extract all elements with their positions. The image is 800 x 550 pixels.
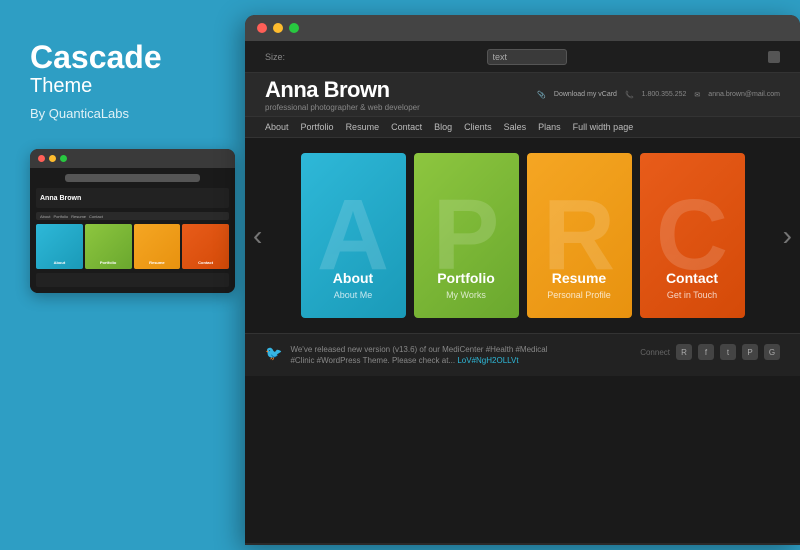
card-contact-title: Contact: [666, 270, 718, 286]
small-browser-content: Anna Brown About Portfolio Resume Contac…: [30, 168, 235, 293]
small-card-about-label: About: [54, 260, 66, 265]
email-address: anna.brown@mail.com: [708, 91, 780, 98]
large-browser-bar: [245, 15, 800, 41]
theme-title-block: Cascade Theme By QuanticaLabs: [30, 40, 210, 149]
next-arrow[interactable]: ›: [783, 220, 792, 252]
card-about[interactable]: A About About Me: [301, 153, 406, 318]
left-panel: Cascade Theme By QuanticaLabs Anna Brown…: [0, 0, 240, 550]
small-card-contact-label: Contact: [198, 260, 213, 265]
nav-blog[interactable]: Blog: [434, 122, 452, 132]
large-dot-yellow: [273, 23, 283, 33]
small-browser-bar: [30, 149, 235, 168]
cards-container: A About About Me P Portfolio My Works: [245, 138, 800, 333]
card-resume[interactable]: R Resume Personal Profile: [527, 153, 632, 318]
small-dot-yellow: [49, 155, 56, 162]
small-site-name: Anna Brown: [40, 195, 81, 202]
small-card-resume: Resume: [134, 224, 181, 269]
pinterest-icon[interactable]: P: [742, 344, 758, 360]
small-nav-contact: Contact: [89, 214, 103, 219]
footer-tweet-section: 🐦 We've released new version (v13.6) of …: [265, 344, 548, 366]
google-icon[interactable]: G: [764, 344, 780, 360]
small-card-portfolio-label: Portfolio: [100, 260, 116, 265]
large-browser-mockup: Size: Anna Brown professional photograph…: [245, 15, 800, 545]
site-top-bar: Size:: [245, 41, 800, 73]
card-about-subtitle: About Me: [333, 290, 373, 300]
nav-sales[interactable]: Sales: [504, 122, 527, 132]
nav-resume[interactable]: Resume: [346, 122, 380, 132]
twitter-bird-icon: 🐦: [265, 345, 282, 362]
card-about-text: About About Me: [333, 270, 373, 300]
email-icon: ✉: [694, 91, 700, 99]
card-contact-subtitle: Get in Touch: [666, 290, 718, 300]
site-main-cards-section: ‹ A About About Me P Portfoli: [245, 138, 800, 333]
small-dot-red: [38, 155, 45, 162]
prev-arrow[interactable]: ‹: [253, 220, 262, 252]
theme-name: Cascade: [30, 40, 210, 75]
large-dot-red: [257, 23, 267, 33]
rss-icon[interactable]: R: [676, 344, 692, 360]
nav-plans[interactable]: Plans: [538, 122, 561, 132]
small-nav-resume: Resume: [71, 214, 86, 219]
small-address-bar: [65, 174, 200, 182]
phone-number: 1.800.355.252: [642, 91, 687, 98]
small-site-footer: [36, 273, 229, 287]
small-card-resume-label: Resume: [149, 260, 165, 265]
small-nav-about: About: [40, 214, 50, 219]
large-dot-green: [289, 23, 299, 33]
site-logo-row: Anna Brown professional photographer & w…: [245, 73, 800, 117]
search-input[interactable]: [487, 49, 567, 65]
card-resume-subtitle: Personal Profile: [547, 290, 611, 300]
small-cards-container: About Portfolio Resume Contact: [36, 224, 229, 269]
card-portfolio-subtitle: My Works: [437, 290, 495, 300]
card-contact[interactable]: C Contact Get in Touch: [640, 153, 745, 318]
vcard-icon: 📎: [537, 91, 546, 99]
theme-type: Theme: [30, 75, 210, 98]
card-resume-title: Resume: [547, 270, 611, 286]
small-dot-green: [60, 155, 67, 162]
small-browser-mockup: Anna Brown About Portfolio Resume Contac…: [30, 149, 235, 293]
footer-connect-section: Connect R f t P G: [640, 344, 780, 360]
theme-author: By QuanticaLabs: [30, 106, 210, 121]
site-search-label: Size:: [265, 52, 285, 62]
card-contact-text: Contact Get in Touch: [666, 270, 718, 300]
site-tagline: professional photographer & web develope…: [265, 103, 537, 112]
site-nav: About Portfolio Resume Contact Blog Clie…: [245, 117, 800, 138]
small-site-header: Anna Brown: [36, 188, 229, 208]
nav-portfolio[interactable]: Portfolio: [301, 122, 334, 132]
facebook-icon[interactable]: f: [698, 344, 714, 360]
site-contact-info: 📎 Download my vCard 📞 1.800.355.252 ✉ an…: [537, 91, 780, 99]
site-footer: 🐦 We've released new version (v13.6) of …: [245, 333, 800, 376]
connect-label: Connect: [640, 348, 670, 357]
search-icon[interactable]: [768, 51, 780, 63]
large-browser-content: Size: Anna Brown professional photograph…: [245, 41, 800, 543]
small-site-nav: About Portfolio Resume Contact: [36, 212, 229, 220]
tweet-text: We've released new version (v13.6) of ou…: [290, 344, 547, 366]
small-card-portfolio: Portfolio: [85, 224, 132, 269]
site-logo-section: Anna Brown professional photographer & w…: [265, 77, 537, 112]
card-portfolio-text: Portfolio My Works: [437, 270, 495, 300]
nav-fullwidth[interactable]: Full width page: [573, 122, 634, 132]
phone-icon: 📞: [625, 91, 634, 99]
nav-clients[interactable]: Clients: [464, 122, 492, 132]
card-portfolio[interactable]: P Portfolio My Works: [414, 153, 519, 318]
tweet-link[interactable]: LoV#NgH2OLLVt: [457, 356, 518, 365]
nav-about[interactable]: About: [265, 122, 289, 132]
card-about-title: About: [333, 270, 373, 286]
site-name: Anna Brown: [265, 77, 537, 103]
twitter-icon[interactable]: t: [720, 344, 736, 360]
small-nav-portfolio: Portfolio: [53, 214, 68, 219]
nav-contact[interactable]: Contact: [391, 122, 422, 132]
vcard-link[interactable]: Download my vCard: [554, 91, 617, 98]
small-card-contact: Contact: [182, 224, 229, 269]
card-resume-text: Resume Personal Profile: [547, 270, 611, 300]
card-portfolio-title: Portfolio: [437, 270, 495, 286]
small-card-about: About: [36, 224, 83, 269]
